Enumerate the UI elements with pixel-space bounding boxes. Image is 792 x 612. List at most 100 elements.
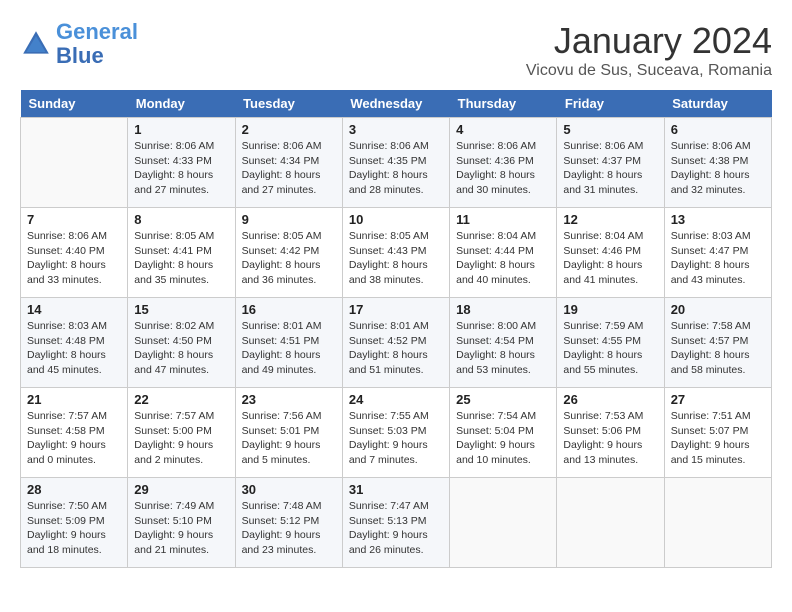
- day-cell: [557, 478, 664, 568]
- day-cell: 25Sunrise: 7:54 AMSunset: 5:04 PMDayligh…: [450, 388, 557, 478]
- day-cell: 8 Sunrise: 8:05 AMSunset: 4:41 PMDaylight…: [128, 208, 235, 298]
- day-number: 27: [671, 392, 765, 407]
- day-info: Sunrise: 7:56 AMSunset: 5:01 PMDaylight:…: [242, 409, 336, 468]
- day-number: 24: [349, 392, 443, 407]
- day-info: Sunrise: 8:00 AMSunset: 4:54 PMDaylight:…: [456, 319, 550, 378]
- day-number: 10: [349, 212, 443, 227]
- day-cell: 23 Sunrise: 7:56 AMSunset: 5:01 PMDayligh…: [235, 388, 342, 478]
- day-number: 13: [671, 212, 765, 227]
- day-cell: 5 Sunrise: 8:06 AMSunset: 4:37 PMDaylight…: [557, 118, 664, 208]
- week-row-3: 14 Sunrise: 8:03 AMSunset: 4:48 PMDayligh…: [21, 298, 772, 388]
- day-number: 11: [456, 212, 550, 227]
- day-number: 23: [242, 392, 336, 407]
- day-cell: 1 Sunrise: 8:06 AMSunset: 4:33 PMDaylight…: [128, 118, 235, 208]
- day-cell: 21Sunrise: 7:57 AMSunset: 4:58 PMDayligh…: [21, 388, 128, 478]
- weekday-header-sunday: Sunday: [21, 90, 128, 118]
- day-cell: 12 Sunrise: 8:04 AMSunset: 4:46 PMDayligh…: [557, 208, 664, 298]
- day-number: 14: [27, 302, 121, 317]
- day-number: 28: [27, 482, 121, 497]
- day-info: Sunrise: 7:53 AMSunset: 5:06 PMDaylight:…: [563, 409, 657, 468]
- day-info: Sunrise: 8:03 AMSunset: 4:47 PMDaylight:…: [671, 229, 765, 288]
- day-number: 5: [563, 122, 657, 137]
- day-info: Sunrise: 8:05 AMSunset: 4:41 PMDaylight:…: [134, 229, 228, 288]
- day-info: Sunrise: 7:49 AMSunset: 5:10 PMDaylight:…: [134, 499, 228, 558]
- day-cell: 28 Sunrise: 7:50 AMSunset: 5:09 PMDayligh…: [21, 478, 128, 568]
- day-info: Sunrise: 8:06 AMSunset: 4:33 PMDaylight:…: [134, 139, 228, 198]
- day-cell: 24 Sunrise: 7:55 AMSunset: 5:03 PMDayligh…: [342, 388, 449, 478]
- day-info: Sunrise: 8:06 AMSunset: 4:38 PMDaylight:…: [671, 139, 765, 198]
- day-info: Sunrise: 7:47 AMSunset: 5:13 PMDaylight:…: [349, 499, 443, 558]
- day-cell: 15 Sunrise: 8:02 AMSunset: 4:50 PMDayligh…: [128, 298, 235, 388]
- day-cell: 27Sunrise: 7:51 AMSunset: 5:07 PMDayligh…: [664, 388, 771, 478]
- month-year: January 2024: [526, 20, 772, 62]
- logo-text: General Blue: [56, 20, 138, 68]
- day-cell: 18 Sunrise: 8:00 AMSunset: 4:54 PMDayligh…: [450, 298, 557, 388]
- day-info: Sunrise: 8:06 AMSunset: 4:37 PMDaylight:…: [563, 139, 657, 198]
- day-number: 7: [27, 212, 121, 227]
- page-header: General Blue January 2024 Vicovu de Sus,…: [20, 20, 772, 80]
- day-info: Sunrise: 7:59 AMSunset: 4:55 PMDaylight:…: [563, 319, 657, 378]
- day-number: 26: [563, 392, 657, 407]
- day-info: Sunrise: 7:57 AMSunset: 5:00 PMDaylight:…: [134, 409, 228, 468]
- day-number: 18: [456, 302, 550, 317]
- day-number: 16: [242, 302, 336, 317]
- weekday-header-saturday: Saturday: [664, 90, 771, 118]
- day-cell: 6Sunrise: 8:06 AMSunset: 4:38 PMDaylight…: [664, 118, 771, 208]
- week-row-5: 28 Sunrise: 7:50 AMSunset: 5:09 PMDayligh…: [21, 478, 772, 568]
- day-cell: [664, 478, 771, 568]
- day-info: Sunrise: 7:48 AMSunset: 5:12 PMDaylight:…: [242, 499, 336, 558]
- day-cell: 19 Sunrise: 7:59 AMSunset: 4:55 PMDayligh…: [557, 298, 664, 388]
- day-number: 2: [242, 122, 336, 137]
- day-info: Sunrise: 7:58 AMSunset: 4:57 PMDaylight:…: [671, 319, 765, 378]
- weekday-header-wednesday: Wednesday: [342, 90, 449, 118]
- day-info: Sunrise: 7:50 AMSunset: 5:09 PMDaylight:…: [27, 499, 121, 558]
- day-cell: 13 Sunrise: 8:03 AMSunset: 4:47 PMDayligh…: [664, 208, 771, 298]
- day-number: 19: [563, 302, 657, 317]
- day-cell: 9Sunrise: 8:05 AMSunset: 4:42 PMDaylight…: [235, 208, 342, 298]
- day-info: Sunrise: 8:05 AMSunset: 4:43 PMDaylight:…: [349, 229, 443, 288]
- day-number: 17: [349, 302, 443, 317]
- day-cell: 10 Sunrise: 8:05 AMSunset: 4:43 PMDayligh…: [342, 208, 449, 298]
- day-cell: 30 Sunrise: 7:48 AMSunset: 5:12 PMDayligh…: [235, 478, 342, 568]
- day-cell: 26 Sunrise: 7:53 AMSunset: 5:06 PMDayligh…: [557, 388, 664, 478]
- day-info: Sunrise: 8:04 AMSunset: 4:46 PMDaylight:…: [563, 229, 657, 288]
- day-cell: 7Sunrise: 8:06 AMSunset: 4:40 PMDaylight…: [21, 208, 128, 298]
- day-info: Sunrise: 8:02 AMSunset: 4:50 PMDaylight:…: [134, 319, 228, 378]
- weekday-header-thursday: Thursday: [450, 90, 557, 118]
- day-cell: 31 Sunrise: 7:47 AMSunset: 5:13 PMDayligh…: [342, 478, 449, 568]
- weekday-header-friday: Friday: [557, 90, 664, 118]
- day-cell: 20 Sunrise: 7:58 AMSunset: 4:57 PMDayligh…: [664, 298, 771, 388]
- day-info: Sunrise: 8:03 AMSunset: 4:48 PMDaylight:…: [27, 319, 121, 378]
- day-cell: 3Sunrise: 8:06 AMSunset: 4:35 PMDaylight…: [342, 118, 449, 208]
- day-number: 22: [134, 392, 228, 407]
- day-info: Sunrise: 8:01 AMSunset: 4:52 PMDaylight:…: [349, 319, 443, 378]
- day-info: Sunrise: 8:06 AMSunset: 4:34 PMDaylight:…: [242, 139, 336, 198]
- day-number: 25: [456, 392, 550, 407]
- day-number: 31: [349, 482, 443, 497]
- weekday-header-monday: Monday: [128, 90, 235, 118]
- day-cell: 29Sunrise: 7:49 AMSunset: 5:10 PMDayligh…: [128, 478, 235, 568]
- day-number: 8: [134, 212, 228, 227]
- day-number: 4: [456, 122, 550, 137]
- day-number: 12: [563, 212, 657, 227]
- day-cell: [450, 478, 557, 568]
- day-cell: 14 Sunrise: 8:03 AMSunset: 4:48 PMDayligh…: [21, 298, 128, 388]
- day-cell: 17 Sunrise: 8:01 AMSunset: 4:52 PMDayligh…: [342, 298, 449, 388]
- day-number: 1: [134, 122, 228, 137]
- calendar-table: SundayMondayTuesdayWednesdayThursdayFrid…: [20, 90, 772, 568]
- day-cell: 11 Sunrise: 8:04 AMSunset: 4:44 PMDayligh…: [450, 208, 557, 298]
- weekday-header-tuesday: Tuesday: [235, 90, 342, 118]
- day-cell: [21, 118, 128, 208]
- day-info: Sunrise: 8:06 AMSunset: 4:36 PMDaylight:…: [456, 139, 550, 198]
- day-info: Sunrise: 7:55 AMSunset: 5:03 PMDaylight:…: [349, 409, 443, 468]
- day-number: 21: [27, 392, 121, 407]
- day-number: 30: [242, 482, 336, 497]
- day-number: 20: [671, 302, 765, 317]
- logo-icon: [20, 28, 52, 60]
- location: Vicovu de Sus, Suceava, Romania: [526, 62, 772, 80]
- day-cell: 2 Sunrise: 8:06 AMSunset: 4:34 PMDaylight…: [235, 118, 342, 208]
- day-cell: 4 Sunrise: 8:06 AMSunset: 4:36 PMDaylight…: [450, 118, 557, 208]
- week-row-4: 21Sunrise: 7:57 AMSunset: 4:58 PMDayligh…: [21, 388, 772, 478]
- day-number: 15: [134, 302, 228, 317]
- day-info: Sunrise: 8:04 AMSunset: 4:44 PMDaylight:…: [456, 229, 550, 288]
